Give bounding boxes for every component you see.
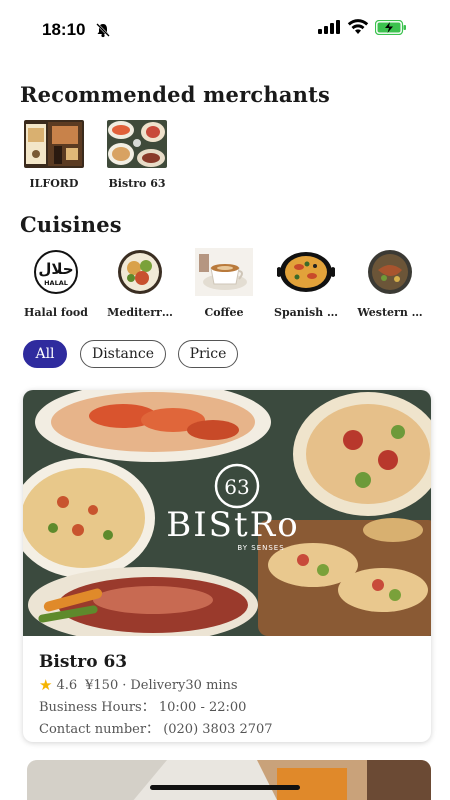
cuisine-western[interactable]: Western … [346,248,434,319]
home-indicator [150,785,300,790]
halal-logo-sub: HALAL [44,279,68,287]
cuisine-spanish-label: Spanish … [274,306,338,319]
bistro-logo-number: 63 [224,475,249,499]
restaurant-name: Bistro 63 [39,652,128,672]
restaurant-banner-photo: 63 BIStRo BY SENSES [23,390,431,636]
coffee-cup-icon [195,248,253,296]
restaurant-rating: 4.6 [56,677,78,693]
restaurant-delivery-time: Delivery30 mins [130,677,238,693]
status-bar: 18:10 [0,0,450,56]
halal-logo-text: حلال [38,260,73,278]
merchant-ilford-name: ILFORD [29,177,79,190]
meta-separator: · [122,677,127,693]
restaurant-meta: ★ 4.6 ¥150 · Delivery30 mins [39,676,238,694]
recommended-merchants-title: Recommended merchants [20,82,331,107]
status-time: 18:10 [42,20,86,39]
cuisine-halal[interactable]: حلال HALAL Halal food [12,248,100,319]
merchant-bistro63-photo [107,120,167,168]
cuisines-title: Cuisines [20,212,122,237]
next-restaurant-photo [27,760,431,800]
cuisine-spanish[interactable]: Spanish … [262,248,350,319]
cuisine-mediterranean[interactable]: Mediterr… [96,248,184,319]
merchant-bistro63[interactable]: Bistro 63 [100,120,174,190]
cellular-signal-icon [318,20,340,34]
filter-chip-distance[interactable]: Distance [80,340,166,368]
merchant-ilford-photo [24,120,84,168]
star-icon: ★ [39,676,53,694]
western-dish-icon [368,250,412,294]
wifi-icon [347,19,369,34]
cuisine-halal-label: Halal food [24,306,88,319]
merchant-bistro63-name: Bistro 63 [108,177,166,190]
restaurant-contact-number[interactable]: Contact number： (020) 3803 2707 [39,718,273,737]
mediterranean-dish-icon [118,250,162,294]
silent-bell-icon [96,23,110,38]
battery-charging-icon [375,20,406,35]
cuisine-coffee-label: Coffee [204,306,244,319]
merchant-ilford[interactable]: ILFORD [17,120,91,190]
cuisine-mediterranean-label: Mediterr… [107,306,173,319]
restaurant-business-hours: Business Hours： 10:00 - 22:00 [39,700,247,715]
halal-logo-icon: حلال HALAL [34,250,78,294]
filter-chip-all[interactable]: All [23,340,67,368]
bistro-brand-name: BIStRo [166,505,299,545]
next-restaurant-card[interactable] [27,760,431,800]
paella-pan-icon [277,252,335,292]
bistro-brand-sub: BY SENSES [237,544,284,552]
cuisine-western-label: Western … [357,306,423,319]
restaurant-card[interactable]: 63 BIStRo BY SENSES Bistro 63 ★ 4.6 ¥150… [23,390,431,742]
filter-chip-price[interactable]: Price [178,340,238,368]
cuisine-coffee[interactable]: Coffee [180,248,268,319]
restaurant-price: ¥150 [85,677,119,693]
